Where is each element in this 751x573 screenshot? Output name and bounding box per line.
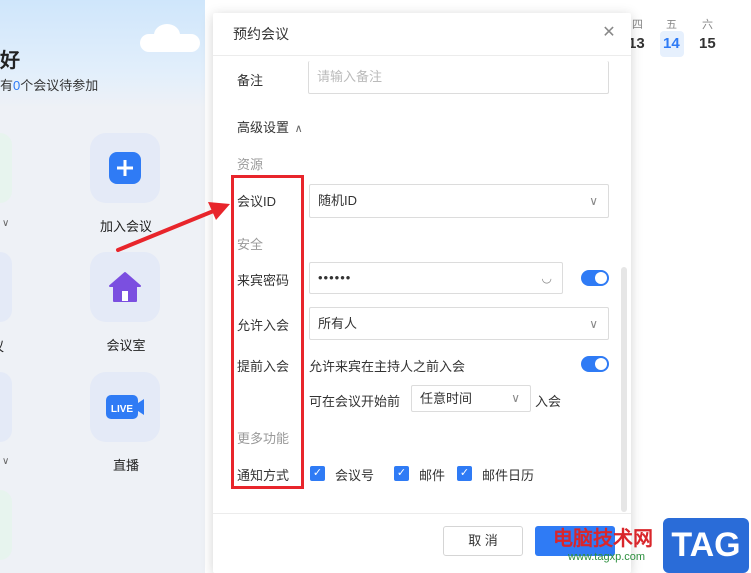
early-join-time-select[interactable]: 任意时间 ∨ bbox=[411, 385, 531, 412]
notify-email-calendar-label: 邮件日历 bbox=[482, 468, 535, 483]
tile-partial-1[interactable] bbox=[0, 133, 12, 203]
notify-email-label: 邮件 bbox=[419, 468, 446, 483]
live-button[interactable]: LIVE bbox=[90, 372, 160, 442]
early-join-prefix: 可在会议开始前 bbox=[309, 394, 401, 409]
guest-password-input[interactable]: •••••• ◡ bbox=[309, 262, 563, 294]
chevron-down-icon: ∨ bbox=[589, 317, 598, 331]
annotation-highlight-box bbox=[231, 175, 304, 489]
join-meeting-button[interactable] bbox=[90, 133, 160, 203]
watermark-logo: TAG bbox=[663, 518, 749, 573]
allow-join-value: 所有人 bbox=[318, 316, 358, 331]
guest-password-toggle[interactable] bbox=[581, 270, 609, 286]
svg-text:LIVE: LIVE bbox=[111, 404, 134, 415]
home-panel: 好 有0个会议待参加 ∨ 议 ∨ 加入会议 会议室 LIVE 直播 bbox=[0, 0, 205, 573]
meeting-room-label: 会议室 bbox=[106, 338, 146, 353]
watermark-url: www.tagxp.com bbox=[568, 551, 646, 563]
greeting-title: 好 bbox=[0, 50, 20, 72]
early-join-description: 允许来宾在主持人之前入会 bbox=[309, 359, 466, 374]
notify-meeting-id-label: 会议号 bbox=[335, 468, 375, 483]
chevron-up-icon: ∧ bbox=[294, 123, 303, 135]
chevron-down-icon[interactable]: ∨ bbox=[2, 456, 9, 467]
meeting-id-value: 随机ID bbox=[318, 193, 358, 208]
dialog-title: 预约会议 bbox=[233, 26, 289, 42]
notify-email-calendar-checkbox[interactable]: ✓ bbox=[457, 466, 472, 481]
calendar-weekday: 六 bbox=[702, 19, 713, 31]
notify-email-checkbox[interactable]: ✓ bbox=[394, 466, 409, 481]
home-icon bbox=[109, 272, 141, 302]
annotation-arrow-icon bbox=[116, 202, 230, 252]
divider bbox=[213, 55, 631, 56]
notify-meeting-id-checkbox[interactable]: ✓ bbox=[310, 466, 325, 481]
meeting-id-select[interactable]: 随机ID ∨ bbox=[309, 184, 609, 218]
chevron-down-icon: ∨ bbox=[589, 194, 598, 208]
tile-partial-label: 议 bbox=[0, 336, 4, 355]
calendar-weekday: 四 bbox=[632, 19, 643, 31]
chevron-down-icon: ∨ bbox=[511, 391, 520, 405]
remark-placeholder: 请输入备注 bbox=[317, 69, 383, 84]
early-join-suffix: 入会 bbox=[535, 394, 562, 409]
cancel-button[interactable]: 取 消 bbox=[443, 526, 523, 556]
tile-partial-2[interactable] bbox=[0, 252, 12, 322]
remark-input[interactable]: 请输入备注 bbox=[308, 61, 609, 94]
close-icon[interactable]: ✕ bbox=[599, 23, 619, 43]
eye-closed-icon[interactable]: ◡ bbox=[542, 263, 552, 293]
allow-join-select[interactable]: 所有人 ∨ bbox=[309, 307, 609, 340]
calendar-date[interactable]: 15 bbox=[699, 35, 716, 52]
meeting-room-button[interactable] bbox=[90, 252, 160, 322]
section-resource: 资源 bbox=[237, 157, 264, 172]
cloud-decoration bbox=[140, 24, 200, 52]
early-join-toggle[interactable] bbox=[581, 356, 609, 372]
advanced-settings-label: 高级设置 bbox=[237, 120, 290, 135]
toggle-knob bbox=[595, 358, 607, 370]
dialog-scrollbar[interactable] bbox=[621, 267, 627, 512]
plus-icon bbox=[109, 152, 141, 184]
advanced-settings-toggle[interactable]: 高级设置 ∧ bbox=[237, 117, 303, 136]
early-join-time-value: 任意时间 bbox=[420, 391, 473, 406]
chevron-down-icon[interactable]: ∨ bbox=[2, 218, 9, 229]
tile-partial-3[interactable] bbox=[0, 372, 12, 442]
guest-password-value: •••••• bbox=[318, 270, 352, 285]
live-icon: LIVE bbox=[106, 395, 144, 419]
toggle-knob bbox=[595, 272, 607, 284]
calendar-weekday: 五 bbox=[666, 19, 677, 31]
remark-label: 备注 bbox=[237, 73, 264, 88]
pending-meetings-text: 有0个会议待参加 bbox=[0, 78, 99, 93]
calendar-date-today[interactable]: 14 bbox=[663, 35, 680, 52]
tile-partial-4[interactable] bbox=[0, 490, 12, 560]
watermark-text: 电脑技术网 bbox=[553, 528, 653, 550]
divider bbox=[213, 513, 631, 514]
live-label: 直播 bbox=[112, 458, 139, 473]
